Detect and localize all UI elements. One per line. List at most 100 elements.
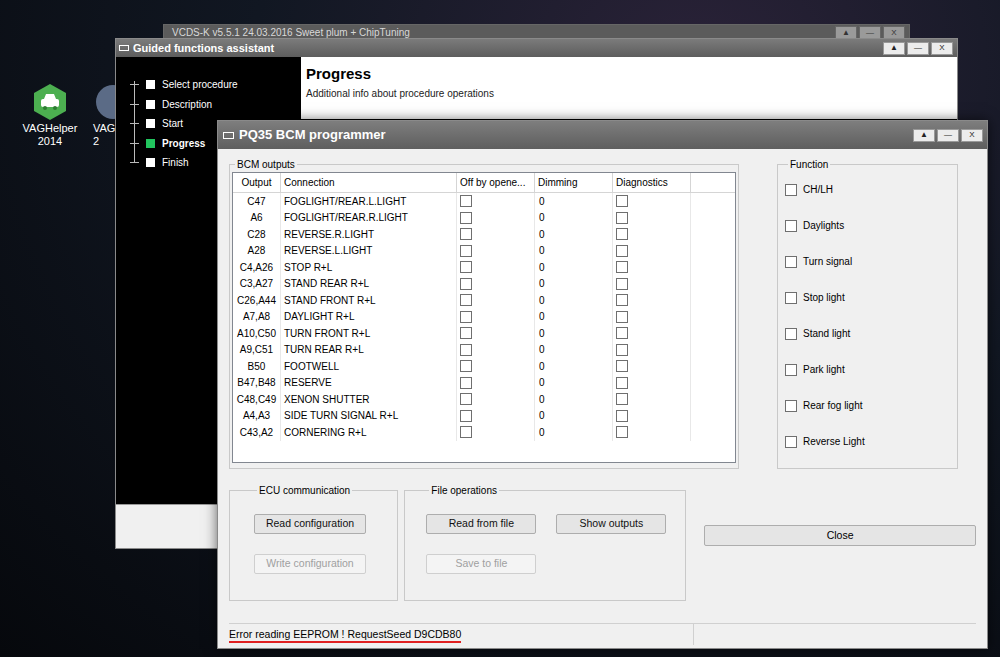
tree-line — [134, 81, 135, 163]
table-row[interactable]: A4,A3SIDE TURN SIGNAL R+L0 — [233, 408, 735, 425]
desktop-icon-label: 2014 — [38, 135, 62, 148]
diagnostics-checkbox[interactable] — [616, 195, 628, 207]
window-control-button[interactable]: — — [907, 42, 929, 55]
function-checkbox[interactable] — [785, 328, 797, 340]
table-row[interactable]: C48,C49XENON SHUTTER0 — [233, 391, 735, 408]
function-checkbox[interactable] — [785, 256, 797, 268]
desktop-icon[interactable]: VAGHelper2014 — [16, 82, 84, 148]
window-title: Guided functions assistant — [133, 41, 274, 55]
diagnostics-checkbox[interactable] — [616, 311, 628, 323]
function-checkbox-row[interactable]: Park light — [785, 364, 957, 400]
close-button[interactable]: Close — [704, 525, 976, 546]
opener-checkbox[interactable] — [460, 426, 472, 438]
diagnostics-checkbox[interactable] — [616, 228, 628, 240]
outputs-group: BCM outputsOutputConnectionOff by opene.… — [229, 157, 739, 469]
column-header[interactable]: Output — [233, 173, 281, 192]
window-controls: ▲—X — [883, 42, 953, 55]
step-marker — [146, 119, 155, 128]
status-bar: Error reading EEPROM ! RequestSeed D9CDB… — [229, 623, 976, 645]
table-row[interactable]: B50FOOTWELL0 — [233, 358, 735, 375]
diagnostics-checkbox[interactable] — [616, 327, 628, 339]
function-checkbox[interactable] — [785, 364, 797, 376]
opener-checkbox[interactable] — [460, 245, 472, 257]
function-checkbox[interactable] — [785, 220, 797, 232]
column-header[interactable]: Dimming — [535, 173, 613, 192]
desktop-icon[interactable]: VAG2 — [93, 82, 115, 148]
action-button[interactable]: Write configuration — [254, 554, 366, 574]
function-checkbox[interactable] — [785, 292, 797, 304]
function-checkbox-row[interactable]: Turn signal — [785, 256, 957, 292]
diagnostics-checkbox[interactable] — [616, 344, 628, 356]
table-row[interactable]: C47FOGLIGHT/REAR.L.LIGHT0 — [233, 193, 735, 210]
table-row[interactable]: C26,A44STAND FRONT R+L0 — [233, 292, 735, 309]
function-checkbox-row[interactable]: Stop light — [785, 292, 957, 328]
table-row[interactable]: C28REVERSE.R.LIGHT0 — [233, 226, 735, 243]
column-header[interactable]: Connection — [281, 173, 457, 192]
opener-checkbox[interactable] — [460, 410, 472, 422]
opener-checkbox[interactable] — [460, 195, 472, 207]
window-control-button[interactable]: X — [961, 129, 983, 142]
opener-checkbox[interactable] — [460, 212, 472, 224]
action-button[interactable]: Read from file — [426, 514, 536, 534]
diagnostics-checkbox[interactable] — [616, 278, 628, 290]
action-button[interactable]: Save to file — [426, 554, 536, 574]
table-row[interactable]: A9,C51TURN REAR R+L0 — [233, 342, 735, 359]
window-control-button[interactable]: ▲ — [883, 42, 905, 55]
step-marker — [146, 139, 155, 148]
table-row[interactable]: C3,A27STAND REAR R+L0 — [233, 276, 735, 293]
action-button[interactable]: Read configuration — [254, 514, 366, 534]
step-marker — [146, 100, 155, 109]
action-button[interactable]: Show outputs — [556, 514, 666, 534]
column-header[interactable]: Diagnostics — [613, 173, 691, 192]
file-group: File operationsRead from fileShow output… — [404, 483, 686, 601]
step-marker — [146, 80, 155, 89]
opener-checkbox[interactable] — [460, 228, 472, 240]
window-control-button[interactable]: ▲ — [913, 129, 935, 142]
programmer-window: PQ35 BCM programmer▲—X BCM outputsOutputC… — [217, 120, 988, 649]
diagnostics-checkbox[interactable] — [616, 426, 628, 438]
diagnostics-checkbox[interactable] — [616, 360, 628, 372]
window-control-button[interactable]: — — [937, 129, 959, 142]
title-bar: PQ35 BCM programmer▲—X — [218, 121, 987, 149]
opener-checkbox[interactable] — [460, 278, 472, 290]
opener-checkbox[interactable] — [460, 393, 472, 405]
diagnostics-checkbox[interactable] — [616, 377, 628, 389]
ecu-group: ECU communicationRead configurationWrite… — [229, 483, 398, 601]
opener-checkbox[interactable] — [460, 261, 472, 273]
table-row[interactable]: B47,B48RESERVE0 — [233, 375, 735, 392]
diagnostics-checkbox[interactable] — [616, 294, 628, 306]
function-checkbox[interactable] — [785, 436, 797, 448]
function-checkbox-row[interactable]: Rear fog light — [785, 400, 957, 436]
opener-checkbox[interactable] — [460, 360, 472, 372]
window-control-button[interactable]: X — [931, 42, 953, 55]
diagnostics-checkbox[interactable] — [616, 245, 628, 257]
table-row[interactable]: C4,A26STOP R+L0 — [233, 259, 735, 276]
desktop: VAGHelper2014 VAG2 VCDS-K v5.5.1 24.03.201… — [0, 0, 1000, 657]
table-row[interactable]: A7,A8DAYLIGHT R+L0 — [233, 309, 735, 326]
function-checkbox[interactable] — [785, 400, 797, 412]
system-menu-icon[interactable] — [119, 45, 129, 51]
diagnostics-checkbox[interactable] — [616, 261, 628, 273]
opener-checkbox[interactable] — [460, 377, 472, 389]
opener-checkbox[interactable] — [460, 311, 472, 323]
diagnostics-checkbox[interactable] — [616, 410, 628, 422]
column-header[interactable]: Off by opene... — [457, 173, 535, 192]
table-row[interactable]: A10,C50TURN FRONT R+L0 — [233, 325, 735, 342]
step-item: Description — [130, 95, 301, 115]
opener-checkbox[interactable] — [460, 327, 472, 339]
table-header: OutputConnectionOff by opene...DimmingDi… — [233, 173, 735, 193]
function-checkbox-row[interactable]: CH/LH — [785, 184, 957, 220]
opener-checkbox[interactable] — [460, 344, 472, 356]
opener-checkbox[interactable] — [460, 294, 472, 306]
system-menu-icon[interactable] — [223, 132, 234, 139]
function-checkbox[interactable] — [785, 184, 797, 196]
function-checkbox-row[interactable]: Stand light — [785, 328, 957, 364]
table-row[interactable]: C43,A2CORNERING R+L0 — [233, 424, 735, 441]
window-title: VCDS-K v5.5.1 24.03.2016 Sweet plum + Ch… — [172, 27, 410, 39]
diagnostics-checkbox[interactable] — [616, 212, 628, 224]
table-row[interactable]: A28REVERSE.L.LIGHT0 — [233, 243, 735, 260]
function-checkbox-row[interactable]: Reverse Light — [785, 436, 957, 472]
function-checkbox-row[interactable]: Daylights — [785, 220, 957, 256]
table-row[interactable]: A6FOGLIGHT/REAR.R.LIGHT0 — [233, 210, 735, 227]
diagnostics-checkbox[interactable] — [616, 393, 628, 405]
